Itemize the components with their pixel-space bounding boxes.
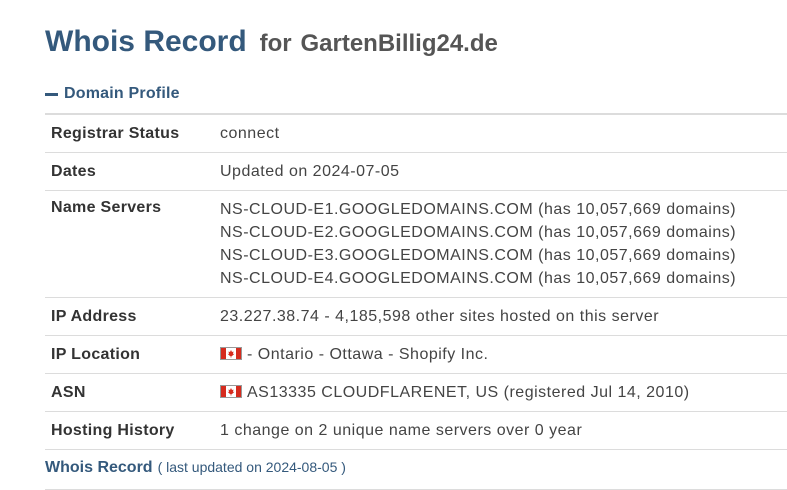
table-row: Name Servers NS-CLOUD-E1.GOOGLEDOMAINS.C…: [45, 190, 787, 298]
whois-record-link[interactable]: Whois Record: [45, 459, 153, 476]
domain-profile-table: Registrar Status connect Dates Updated o…: [45, 113, 787, 450]
ip-address-value: 23.227.38.74 - 4,185,598 other sites hos…: [220, 308, 660, 325]
ip-location-value: - Ontario - Ottawa - Shopify Inc.: [247, 346, 489, 363]
ip-address-label: IP Address: [51, 308, 137, 325]
hosting-history-label: Hosting History: [51, 422, 175, 439]
page-title-for: for: [259, 30, 292, 57]
name-server-item: NS-CLOUD-E3.GOOGLEDOMAINS.COM (has 10,05…: [220, 247, 737, 264]
whois-last-updated: ( last updated on 2024-08-05 ): [157, 459, 346, 475]
name-server-item: NS-CLOUD-E2.GOOGLEDOMAINS.COM (has 10,05…: [220, 224, 737, 241]
table-row: Dates Updated on 2024-07-05: [45, 152, 787, 191]
page-title-main: Whois Record: [45, 25, 247, 58]
page-title: Whois Record for GartenBillig24.de: [45, 22, 498, 59]
page-title-domain: GartenBillig24.de: [300, 30, 498, 57]
table-row: IP Address 23.227.38.74 - 4,185,598 othe…: [45, 297, 787, 336]
ip-location-cell: - Ontario - Ottawa - Shopify Inc.: [220, 336, 787, 374]
name-server-item: NS-CLOUD-E1.GOOGLEDOMAINS.COM (has 10,05…: [220, 201, 737, 218]
registrar-status-label: Registrar Status: [51, 125, 180, 142]
domain-profile-label: Domain Profile: [64, 85, 180, 102]
asn-cell: AS13335 CLOUDFLARENET, US (registered Ju…: [220, 374, 787, 412]
asn-value: AS13335 CLOUDFLARENET, US (registered Ju…: [247, 384, 690, 401]
canada-flag-icon: [220, 385, 242, 398]
table-row: IP Location - Ontario - Ottawa - Shopify…: [45, 335, 787, 374]
canada-flag-icon: [220, 347, 242, 360]
name-servers-label: Name Servers: [51, 199, 162, 216]
name-server-item: NS-CLOUD-E4.GOOGLEDOMAINS.COM (has 10,05…: [220, 270, 737, 287]
asn-label: ASN: [51, 384, 86, 401]
table-row: Hosting History 1 change on 2 unique nam…: [45, 411, 787, 450]
registrar-status-value: connect: [220, 125, 280, 142]
dates-value: Updated on 2024-07-05: [220, 163, 400, 180]
ip-location-label: IP Location: [51, 346, 141, 363]
table-row: Registrar Status connect: [45, 114, 787, 153]
minus-icon[interactable]: [45, 92, 58, 96]
whois-record-footer: Whois Record( last updated on 2024-08-05…: [45, 459, 346, 477]
hosting-history-value: 1 change on 2 unique name servers over 0…: [220, 422, 583, 439]
table-row: ASN AS13335 CLOUDFLARENET, US (registere…: [45, 373, 787, 412]
domain-profile-toggle[interactable]: Domain Profile: [45, 85, 180, 103]
name-servers-value: NS-CLOUD-E1.GOOGLEDOMAINS.COM (has 10,05…: [220, 191, 787, 298]
dates-label: Dates: [51, 163, 97, 180]
